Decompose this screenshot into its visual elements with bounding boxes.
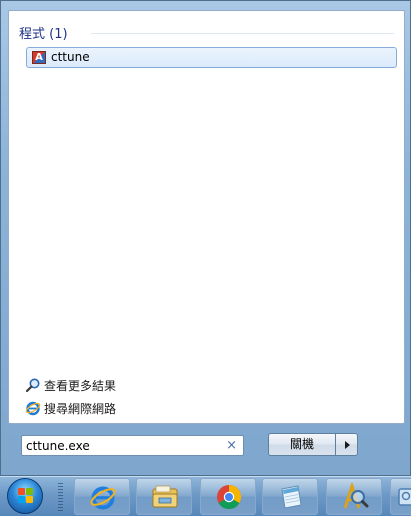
internet-explorer-icon <box>90 486 116 510</box>
taskbar-internet-explorer[interactable] <box>74 478 130 515</box>
windows-start-orb-icon[interactable] <box>7 478 43 514</box>
shutdown-button[interactable]: 關機 <box>268 433 335 456</box>
see-more-results-label: 查看更多結果 <box>44 379 117 393</box>
group-divider <box>91 33 394 34</box>
search-box[interactable]: × <box>21 435 244 456</box>
windows-flag-icon <box>18 488 33 503</box>
notepad-icon <box>281 485 302 509</box>
taskbar <box>0 476 411 516</box>
search-internet-label: 搜尋網際網路 <box>44 402 117 416</box>
search-results-panel: 程式 (1) A cttune 查看更多結果 搜尋網際網路 <box>8 10 405 424</box>
chrome-icon <box>217 485 242 510</box>
result-item-cttune[interactable]: A cttune <box>26 47 397 68</box>
taskbar-partial-app[interactable] <box>390 478 411 515</box>
clear-search-icon[interactable]: × <box>226 437 237 454</box>
taskbar-gripper <box>58 483 63 511</box>
result-item-label: cttune <box>51 50 90 64</box>
taskbar-magnifier-app[interactable] <box>326 478 382 515</box>
file-explorer-icon <box>152 485 178 508</box>
taskbar-notepad[interactable] <box>262 478 318 515</box>
programs-group-header[interactable]: 程式 (1) <box>19 23 68 42</box>
taskbar-chrome[interactable] <box>200 478 256 515</box>
partial-app-icon <box>398 488 411 506</box>
cttune-app-icon: A <box>32 51 46 64</box>
search-input[interactable] <box>26 437 216 454</box>
taskbar-file-explorer[interactable] <box>136 478 192 515</box>
internet-explorer-icon <box>25 400 41 416</box>
start-menu: 程式 (1) A cttune 查看更多結果 搜尋網際網路 cttune.exe… <box>0 0 411 476</box>
shutdown-options-arrow-icon[interactable] <box>335 433 358 456</box>
magnifier-icon <box>25 377 41 393</box>
magnifier-app-icon <box>343 483 369 509</box>
